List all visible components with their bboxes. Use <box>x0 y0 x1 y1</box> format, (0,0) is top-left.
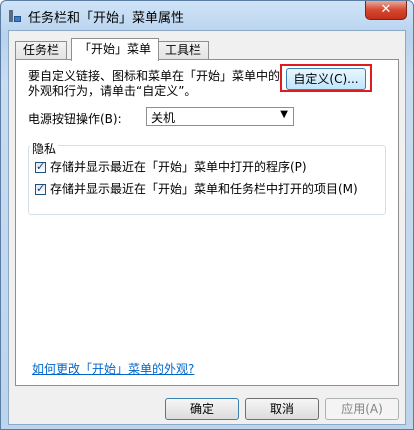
store-recent-items-label: 存储并显示最近在「开始」菜单和任务栏中打开的项目(M) <box>50 182 358 196</box>
apply-button[interactable]: 应用(A) <box>325 398 399 420</box>
tab-taskbar[interactable]: 任务栏 <box>15 41 68 59</box>
help-link[interactable]: 如何更改「开始」菜单的外观? <box>32 360 194 377</box>
ok-button[interactable]: 确定 <box>165 398 239 420</box>
customize-button[interactable]: 自定义(C)... <box>286 68 366 90</box>
privacy-groupbox: ✓ 存储并显示最近在「开始」菜单中打开的程序(P) ✓ 存储并显示最近在「开始」菜单… <box>28 145 386 215</box>
intro-text: 要自定义链接、图标和菜单在「开始」菜单中的 外观和行为，请单击“自定义”。 <box>28 69 288 99</box>
intro-line-1: 要自定义链接、图标和菜单在「开始」菜单中的 <box>28 69 281 83</box>
tab-start-menu[interactable]: 「开始」菜单 <box>71 38 160 61</box>
store-recent-programs-option[interactable]: ✓ 存储并显示最近在「开始」菜单中打开的程序(P) <box>35 158 307 175</box>
power-button-action-value: 关机 <box>151 111 176 125</box>
power-button-action-label: 电源按钮操作(B): <box>28 112 122 126</box>
dialog-client-area: 任务栏 「开始」菜单 工具栏 要自定义链接、图标和菜单在「开始」菜单中的 外观和… <box>8 30 406 425</box>
window-title: 任务栏和「开始」菜单属性 <box>28 11 185 26</box>
store-recent-programs-label: 存储并显示最近在「开始」菜单中打开的程序(P) <box>50 160 307 174</box>
privacy-title: 隐私 <box>30 140 59 157</box>
customize-highlight-box: 自定义(C)... <box>280 64 372 92</box>
dropdown-arrow-icon: ▼ <box>280 109 288 120</box>
intro-line-2: 外观和行为，请单击“自定义”。 <box>28 84 197 98</box>
start-menu-panel: 要自定义链接、图标和菜单在「开始」菜单中的 外观和行为，请单击“自定义”。 自定… <box>15 59 399 386</box>
cancel-button[interactable]: 取消 <box>245 398 319 420</box>
power-button-action-select[interactable]: 关机 ▼ <box>146 107 294 126</box>
taskbar-icon <box>8 7 22 23</box>
store-recent-items-checkbox[interactable]: ✓ <box>35 182 46 195</box>
properties-window: 任务栏和「开始」菜单属性 ✕ 任务栏 「开始」菜单 工具栏 要自定义链接、图标和… <box>0 0 414 430</box>
title-bar[interactable]: 任务栏和「开始」菜单属性 ✕ <box>1 1 413 29</box>
tab-toolbars[interactable]: 工具栏 <box>157 41 210 59</box>
store-recent-programs-checkbox[interactable]: ✓ <box>35 160 46 173</box>
store-recent-items-option[interactable]: ✓ 存储并显示最近在「开始」菜单和任务栏中打开的项目(M) <box>35 180 358 197</box>
close-button[interactable]: ✕ <box>365 1 407 20</box>
close-icon: ✕ <box>380 2 392 17</box>
